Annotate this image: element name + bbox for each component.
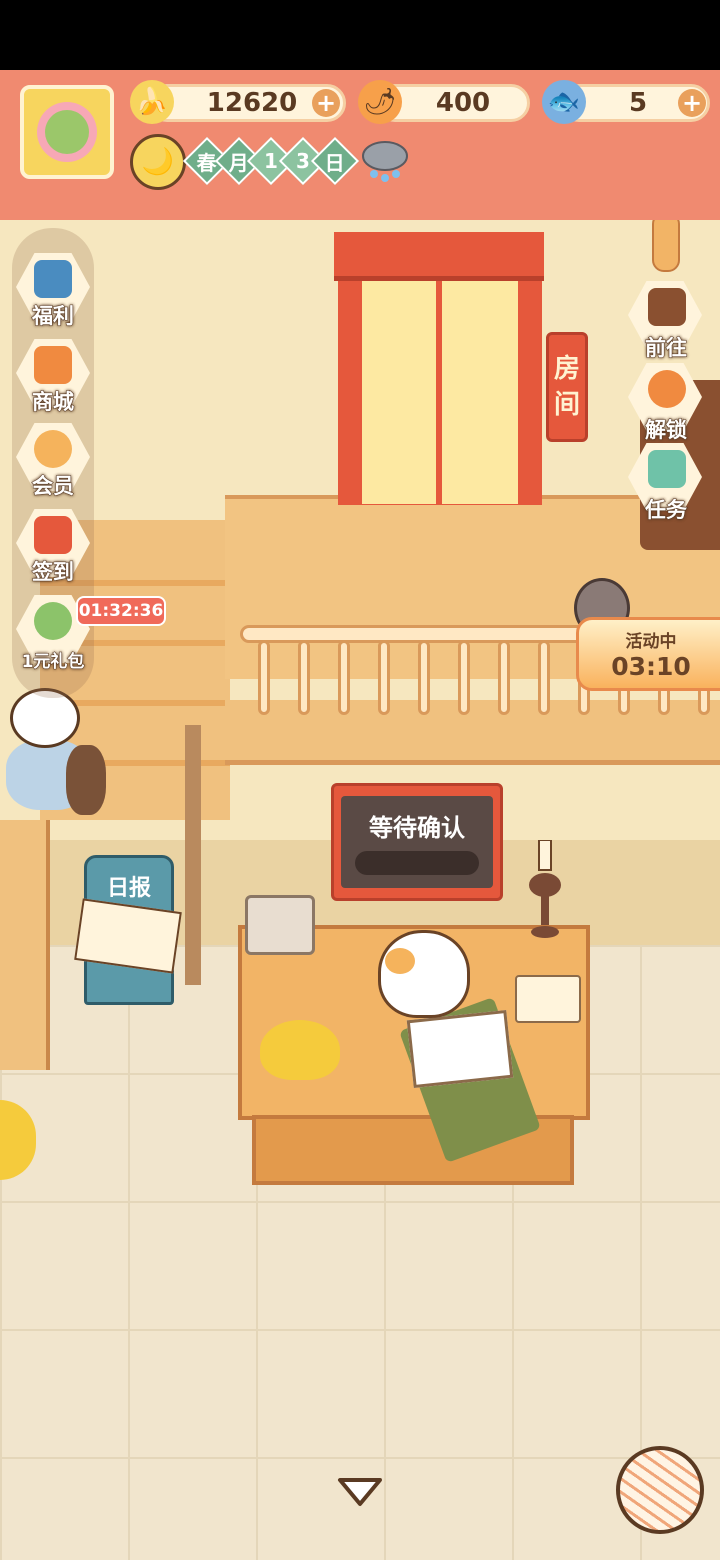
fire-pepper-icon: 🌶 (358, 80, 402, 124)
baluster (458, 640, 470, 715)
support-pole (185, 725, 201, 985)
baluster (378, 640, 390, 715)
room-sign[interactable]: 房间 (546, 332, 588, 442)
event-title: 活动中 (625, 632, 677, 652)
door-awning (334, 232, 544, 281)
menu-checkin-button[interactable]: 签到 (12, 506, 94, 586)
board-progress-track (355, 851, 479, 875)
gift-flower-icon (34, 602, 72, 640)
blue-fish-icon: 🐟 (542, 80, 586, 124)
unlock-button[interactable]: 解锁 (624, 360, 708, 444)
gift-pack-timer: 01:32:36 (76, 596, 166, 626)
flower-icon (45, 110, 89, 154)
calendar-check-icon (34, 516, 72, 554)
menu-welfare-button[interactable]: 福利 (12, 250, 94, 330)
add-banana-button[interactable]: + (312, 89, 340, 117)
computer-icon[interactable] (245, 895, 315, 955)
baluster (418, 640, 430, 715)
chevron-up-icon[interactable]: ︿ (36, 680, 76, 713)
tv-play-icon (34, 260, 72, 298)
moon-clock-icon[interactable]: 🌙 (130, 134, 186, 190)
banana-icon: 🍌 (130, 80, 174, 124)
baluster (298, 640, 310, 715)
menu-member-label: 会员 (32, 474, 75, 499)
player-avatar[interactable] (20, 85, 114, 179)
oil-lamp-icon (529, 840, 561, 938)
genie-lamp-icon[interactable] (260, 1020, 340, 1080)
left-staircase (0, 820, 50, 1070)
fish-count: 5 (628, 88, 648, 118)
open-book[interactable] (406, 1009, 514, 1089)
board-status-text: 等待确认 (369, 814, 465, 842)
baluster (498, 640, 510, 715)
go-to-label: 前往 (645, 336, 688, 361)
cat-spot (385, 948, 415, 974)
signboard-icon (648, 288, 686, 326)
event-banner[interactable]: 活动中 03:10 (576, 617, 720, 691)
go-to-button[interactable]: 前往 (624, 278, 708, 362)
yarn-ball-icon[interactable] (616, 1446, 704, 1534)
menu-member-button[interactable]: 会员 (12, 420, 94, 500)
baluster (338, 640, 350, 715)
baluster (258, 640, 270, 715)
tasks-button[interactable]: 任务 (624, 440, 708, 524)
calico-cat-character[interactable] (378, 930, 470, 1018)
status-bar (0, 0, 720, 70)
triangle-down-icon[interactable] (336, 1476, 384, 1508)
key-icon (648, 370, 686, 408)
door-divider (436, 276, 442, 504)
eagle-wing (66, 745, 106, 815)
menu-gift-pack-label: 1元礼包 (21, 652, 85, 673)
menu-shop-button[interactable]: 商城 (12, 336, 94, 416)
menu-welfare-label: 福利 (32, 304, 75, 329)
newsstand-label: 日报 (106, 876, 151, 901)
paper-scroll[interactable] (515, 975, 581, 1023)
shop-icon (34, 346, 72, 384)
task-jar-icon (648, 450, 686, 488)
event-countdown: 03:10 (611, 652, 691, 681)
flower-badge-icon (34, 430, 72, 468)
pepper-count: 400 (435, 88, 491, 118)
menu-checkin-label: 签到 (32, 560, 75, 585)
rain-cloud-icon (362, 141, 408, 182)
menu-shop-label: 商城 (32, 390, 75, 415)
banana-count: 12620 (206, 88, 298, 118)
unlock-label: 解锁 (645, 418, 688, 443)
tasks-label: 任务 (645, 498, 688, 523)
baluster (538, 640, 550, 715)
header-curtain-edge (0, 180, 720, 230)
add-fish-button[interactable]: + (678, 89, 706, 117)
